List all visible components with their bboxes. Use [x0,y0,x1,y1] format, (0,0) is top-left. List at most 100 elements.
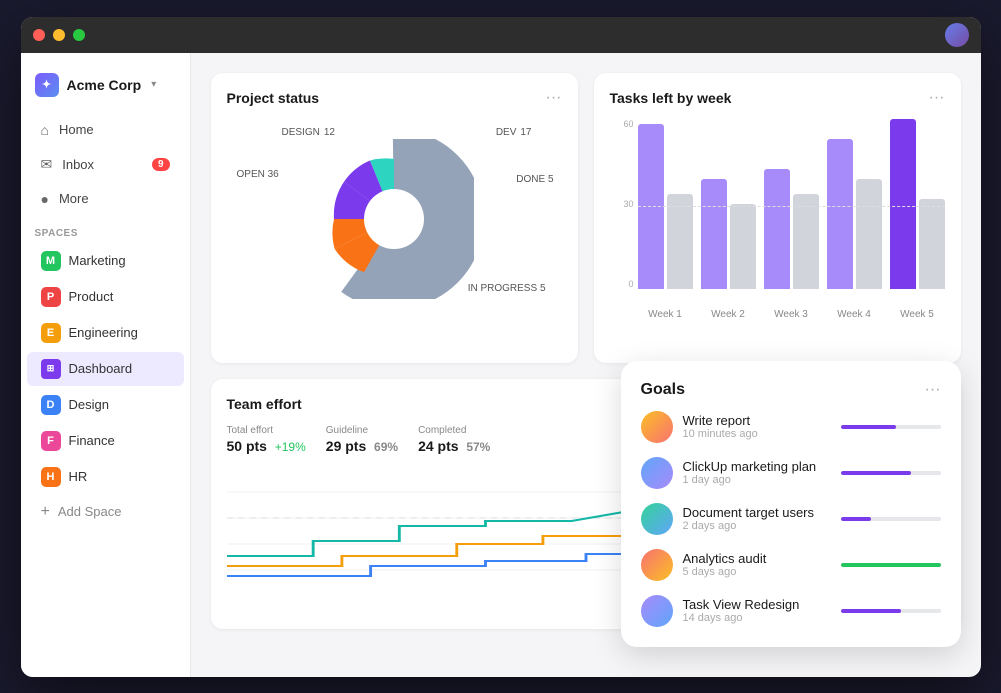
progress-fill-5 [841,609,901,613]
space-icon-finance: F [41,431,61,451]
maximize-button[interactable] [73,29,85,41]
bar-chart-grid: 60 30 0 [610,119,945,309]
effort-stat-total: Total effort 50 pts +19% [227,425,306,454]
effort-total-label: Total effort [227,425,306,436]
home-icon: ⌂ [41,122,49,138]
space-icon-dashboard: ⊞ [41,359,61,379]
nav-home[interactable]: ⌂ Home [27,114,184,146]
user-avatar[interactable] [945,23,969,47]
goal-time-3: 2 days ago [683,520,831,532]
pie-label-open: OPEN 36 [237,169,279,180]
bar-week4-purple [827,139,853,289]
goals-header: Goals ··· [641,381,941,399]
nav-home-label: Home [59,122,94,137]
bar-group-week2 [701,179,756,289]
tasks-menu[interactable]: ··· [929,89,945,107]
sidebar: ✦ Acme Corp ▾ ⌂ Home ✉ Inbox 9 ● More Sp… [21,53,191,677]
goal-item-2: ClickUp marketing plan 1 day ago [641,457,941,489]
add-space-button[interactable]: + Add Space [27,496,184,528]
inbox-badge: 9 [152,158,170,171]
goal-item-5: Task View Redesign 14 days ago [641,595,941,627]
spaces-header: Spaces [21,216,190,243]
nav-more[interactable]: ● More [27,183,184,215]
bar-group-week4 [827,139,882,289]
bar-week5-purple [890,119,916,289]
goals-card: Goals ··· Write report 10 minutes ago [621,361,961,647]
bar-week3-gray [793,194,819,289]
week5-label: Week 5 [890,309,945,320]
sidebar-item-hr[interactable]: H HR [27,460,184,494]
effort-guideline-label: Guideline [326,425,398,436]
goal-name-1: Write report [683,413,831,428]
title-bar [21,17,981,53]
workspace-logo[interactable]: ✦ Acme Corp ▾ [21,65,190,113]
tasks-left-card: Tasks left by week ··· 60 30 0 [594,73,961,363]
dashed-guideline [638,206,945,207]
goal-time-5: 14 days ago [683,612,831,624]
tasks-header: Tasks left by week ··· [610,89,945,107]
sidebar-item-marketing[interactable]: M Marketing [27,244,184,278]
space-icon-design: D [41,395,61,415]
space-label-engineering: Engineering [69,325,138,340]
goal-progress-2 [841,471,941,475]
space-icon-hr: H [41,467,61,487]
sidebar-item-finance[interactable]: F Finance [27,424,184,458]
effort-guideline-pct: 69% [374,440,398,454]
progress-track-3 [841,517,941,521]
goal-name-4: Analytics audit [683,551,831,566]
main-layout: ✦ Acme Corp ▾ ⌂ Home ✉ Inbox 9 ● More Sp… [21,53,981,677]
goal-time-2: 1 day ago [683,474,831,486]
team-effort-title: Team effort [227,396,302,412]
bar-week3-purple [764,169,790,289]
y-axis: 60 30 0 [610,119,634,289]
progress-fill-3 [841,517,871,521]
add-space-icon: + [41,503,50,521]
minimize-button[interactable] [53,29,65,41]
goal-info-1: Write report 10 minutes ago [683,413,831,440]
goals-title: Goals [641,381,685,399]
bar-chart: 60 30 0 [610,119,945,319]
goal-item-1: Write report 10 minutes ago [641,411,941,443]
project-status-title: Project status [227,90,320,106]
goal-avatar-2 [641,457,673,489]
progress-track-5 [841,609,941,613]
effort-total-value: 50 pts +19% [227,438,306,454]
space-label-product: Product [69,289,114,304]
space-label-design: Design [69,397,109,412]
sidebar-item-engineering[interactable]: E Engineering [27,316,184,350]
close-button[interactable] [33,29,45,41]
space-label-marketing: Marketing [69,253,126,268]
project-status-header: Project status ··· [227,89,562,107]
week3-label: Week 3 [764,309,819,320]
goals-menu[interactable]: ··· [925,381,941,399]
sidebar-item-product[interactable]: P Product [27,280,184,314]
space-icon-engineering: E [41,323,61,343]
progress-fill-2 [841,471,911,475]
week1-label: Week 1 [638,309,693,320]
nav-inbox[interactable]: ✉ Inbox 9 [27,148,184,181]
goal-name-2: ClickUp marketing plan [683,459,831,474]
add-space-label: Add Space [58,504,122,519]
goal-info-4: Analytics audit 5 days ago [683,551,831,578]
goal-avatar-5 [641,595,673,627]
pie-label-done: DONE 5 [516,174,553,185]
effort-stat-guideline: Guideline 29 pts 69% [326,425,398,454]
goal-progress-3 [841,517,941,521]
bar-group-week3 [764,169,819,289]
progress-track-2 [841,471,941,475]
bar-week5-gray [919,199,945,289]
goal-avatar-1 [641,411,673,443]
goal-name-3: Document target users [683,505,831,520]
workspace-caret: ▾ [151,79,156,90]
week4-label: Week 4 [827,309,882,320]
top-row: Project status ··· [211,73,961,363]
goal-info-5: Task View Redesign 14 days ago [683,597,831,624]
sidebar-item-design[interactable]: D Design [27,388,184,422]
sidebar-item-dashboard[interactable]: ⊞ Dashboard [27,352,184,386]
project-status-menu[interactable]: ··· [546,89,562,107]
space-label-dashboard: Dashboard [69,361,133,376]
progress-track-4 [841,563,941,567]
space-label-hr: HR [69,469,88,484]
bar-week1-gray [667,194,693,289]
effort-completed-label: Completed [418,425,490,436]
